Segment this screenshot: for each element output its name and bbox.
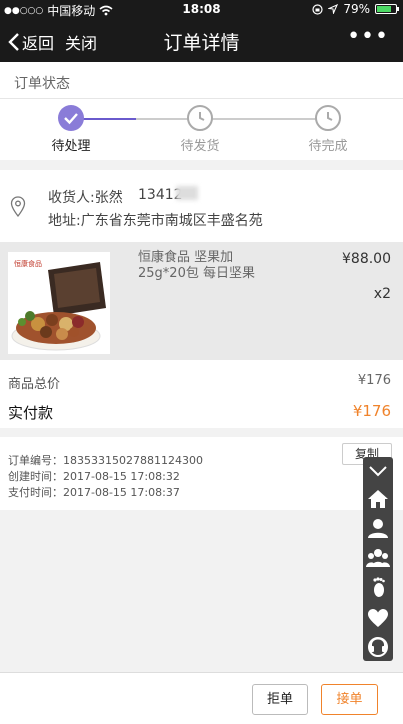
address-card: 收货人:张然 13412 地址:广东省东莞市南城区丰盛名苑 [0, 170, 403, 242]
side-toolbar [363, 457, 393, 661]
headset-icon[interactable] [366, 635, 390, 659]
more-button[interactable]: ••• [347, 24, 389, 49]
totals-section: 商品总价 ¥176 实付款 ¥176 [0, 360, 403, 428]
paid-value: ¥176 [352, 402, 391, 420]
heart-icon[interactable] [366, 606, 390, 630]
order-info-section: 订单编号：18353315027881124300 创建时间：2017-08-1… [0, 437, 403, 510]
paid-time: 支付时间：2017-08-15 17:08:37 [8, 486, 180, 499]
subtotal-value: ¥176 [357, 373, 391, 388]
divider [0, 98, 403, 99]
created-time: 创建时间：2017-08-15 17:08:32 [8, 470, 180, 483]
subtotal-label: 商品总价 [8, 377, 61, 392]
order-status-section: 订单状态 待处理 待发货 待完成 [0, 62, 403, 160]
shipping-address: 地址:广东省东莞市南城区丰盛名苑 [48, 213, 263, 229]
order-status-label: 订单状态 [14, 76, 70, 92]
reject-order-button[interactable]: 拒单 [252, 684, 308, 715]
step-label: 待发货 [180, 139, 220, 154]
home-icon[interactable] [366, 487, 390, 511]
paid-label: 实付款 [8, 404, 54, 422]
product-image: 恒康食品 [8, 252, 110, 354]
accept-order-button[interactable]: 接单 [321, 684, 378, 715]
group-icon[interactable] [366, 546, 390, 570]
step-label: 待完成 [308, 139, 348, 154]
battery-icon [375, 4, 399, 14]
product-item[interactable]: 恒康食品 恒康食品 坚果加25g*20包 每日坚果 ¥88.00 x2 [0, 242, 403, 360]
brand-logo: 恒康食品 [14, 259, 42, 268]
step-label: 待处理 [51, 139, 91, 154]
action-bar: 拒单 接单 [0, 672, 403, 724]
footprint-icon[interactable] [366, 576, 390, 600]
status-right: 79% [312, 2, 399, 16]
recipient-name: 收货人:张然 [48, 190, 123, 206]
step-clock-icon [315, 105, 341, 131]
step-clock-icon [187, 105, 213, 131]
product-price: ¥88.00 [342, 251, 391, 267]
battery-percent: 79% [343, 2, 370, 16]
phone-redaction [176, 186, 198, 200]
nav-bar: 返回 关闭 订单详情 ••• [0, 18, 403, 62]
step-pending-process-icon [58, 105, 84, 131]
location-pin-icon [10, 196, 26, 218]
product-name: 恒康食品 坚果加25g*20包 每日坚果 [138, 250, 255, 281]
location-arrow-icon [328, 4, 339, 14]
product-quantity: x2 [373, 286, 391, 302]
order-number: 订单编号：18353315027881124300 [8, 454, 203, 467]
page-title: 订单详情 [163, 32, 240, 54]
lock-rotation-icon [312, 3, 323, 15]
user-icon[interactable] [366, 516, 390, 540]
status-bar: ●●○○○ 中国移动 18:08 79% [0, 0, 403, 18]
chevron-down-icon[interactable] [366, 459, 390, 483]
